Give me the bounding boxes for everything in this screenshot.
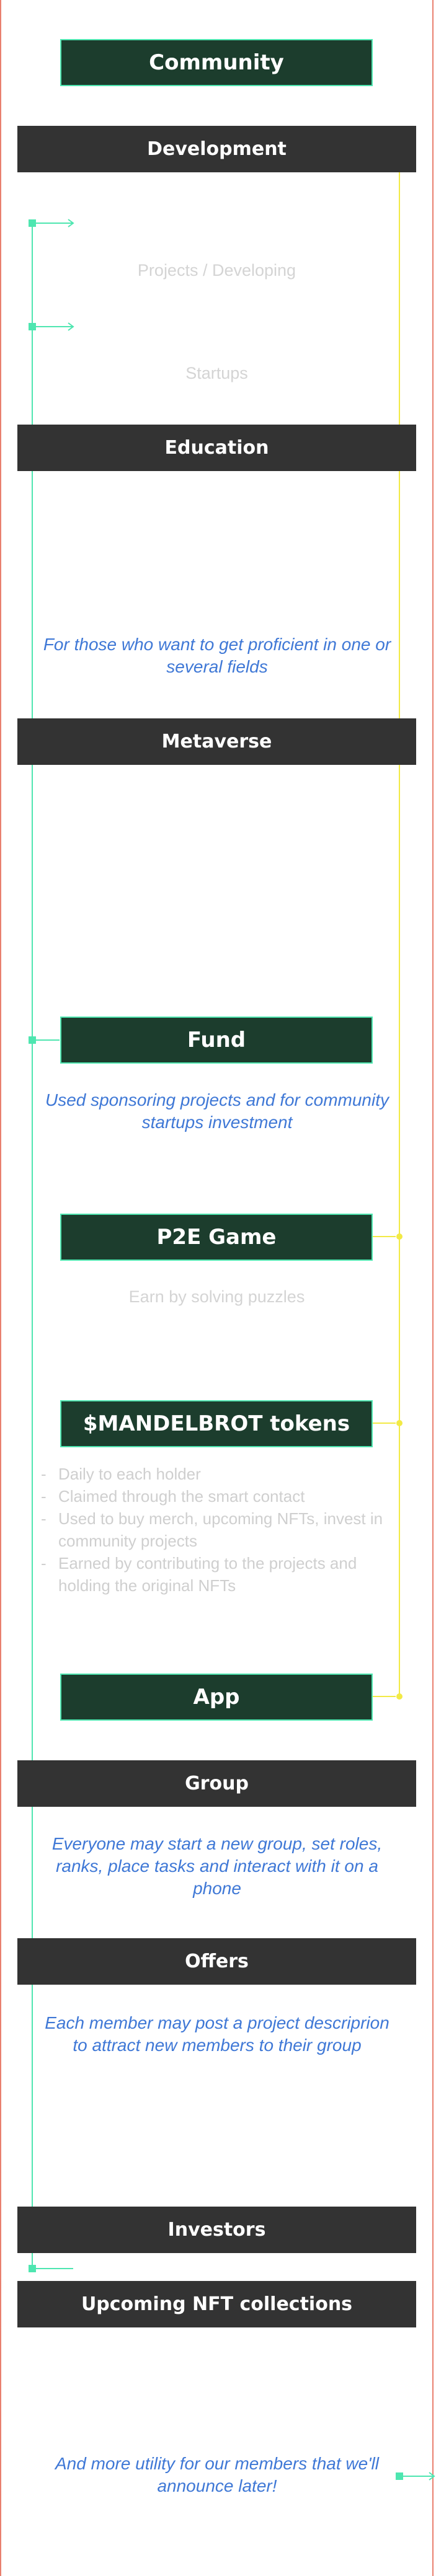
p2e-description: Earn by solving puzzles (128, 1287, 305, 1306)
offers-box: Offers (17, 1938, 416, 1985)
green-branch-investors (29, 2265, 73, 2272)
development-box: Development (17, 126, 416, 172)
p2e-game-box: P2E Game (60, 1214, 373, 1261)
token-point: Daily to each holder (41, 1463, 401, 1485)
token-points-list: Daily to each holder Claimed through the… (41, 1463, 401, 1597)
investors-box: Investors (17, 2207, 416, 2253)
group-description: Everyone may start a new group, set role… (51, 1834, 383, 1898)
upcoming-nft-box: Upcoming NFT collections (17, 2281, 416, 2327)
token-point: Claimed through the smart contact (41, 1485, 401, 1507)
fund-box: Fund (60, 1017, 373, 1064)
green-branch-projects (29, 219, 74, 227)
offers-description: Each member may post a project descripri… (45, 2013, 389, 2055)
green-branch-more-utility (396, 2472, 435, 2481)
group-box: Group (17, 1760, 416, 1807)
token-point: Used to buy merch, upcoming NFTs, invest… (41, 1507, 401, 1552)
more-utility-note: And more utility for our members that we… (55, 2454, 379, 2495)
metaverse-box: Metaverse (17, 718, 416, 765)
projects-developing-label: Projects / Developing (137, 261, 296, 280)
yellow-branch-tokens (372, 1420, 403, 1426)
token-point: Earned by contributing to the projects a… (41, 1552, 401, 1597)
green-branch-fund (29, 1036, 60, 1044)
education-description: For those who want to get proficient in … (43, 635, 391, 676)
startups-label: Startups (185, 364, 248, 382)
app-box: App (60, 1674, 373, 1721)
tokens-box: $MANDELBROT tokens (60, 1400, 373, 1447)
community-box: Community (60, 39, 373, 86)
green-branch-startups (29, 322, 74, 331)
education-box: Education (17, 425, 416, 471)
fund-description: Used sponsoring projects and for communi… (45, 1090, 389, 1132)
